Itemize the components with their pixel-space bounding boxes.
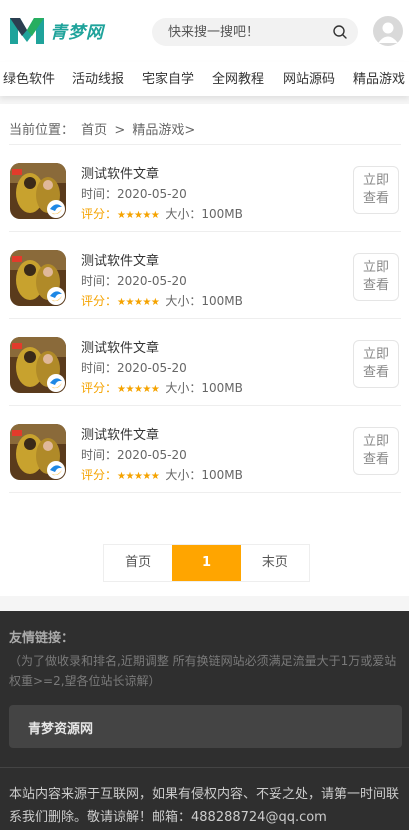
view-button[interactable]: 立即 查看 (353, 253, 399, 301)
friend-link-item[interactable]: 青梦资源网 (28, 718, 93, 737)
category-nav: 绿色软件 活动线报 宅家自学 全网教程 网站源码 精品游戏 (0, 62, 409, 96)
rating-stars: ★★★★★ (117, 384, 160, 395)
game-thumbnail[interactable] (10, 250, 66, 306)
logo-text: 青梦网 (50, 22, 104, 43)
list-item[interactable]: 测试软件文章 时间：2020-05-20 评分：★★★★★ 大小：100MB 立即… (9, 232, 401, 319)
breadcrumb-home[interactable]: 首页 (81, 123, 107, 138)
pagination: 首页 1 末页 (103, 544, 310, 582)
header: 青梦网 (0, 0, 409, 62)
game-thumbnail[interactable] (10, 163, 66, 219)
nav-item-tutorials[interactable]: 全网教程 (212, 68, 264, 87)
search-icon[interactable] (333, 25, 347, 39)
search-input[interactable] (168, 18, 328, 46)
logo-mark-icon (10, 18, 44, 44)
item-time: 时间：2020-05-20 (81, 361, 187, 375)
game-cover-icon (10, 337, 66, 393)
item-title[interactable]: 测试软件文章 (81, 337, 159, 356)
content-panel: 当前位置： 首页 > 精品游戏> 测试软件文章 时间：2020-05-20 评分… (0, 104, 409, 596)
view-button[interactable]: 立即 查看 (353, 340, 399, 388)
friend-links-title: 友情链接： (9, 631, 75, 646)
rating-label: 评分： (81, 381, 118, 395)
last-page-button[interactable]: 末页 (240, 545, 309, 581)
user-avatar[interactable] (373, 16, 403, 46)
nav-item-activity[interactable]: 活动线报 (72, 68, 124, 87)
item-time: 时间：2020-05-20 (81, 448, 187, 462)
item-meta: 评分：★★★★★ 大小：100MB (81, 205, 243, 222)
item-title[interactable]: 测试软件文章 (81, 163, 159, 182)
nav-item-self-study[interactable]: 宅家自学 (142, 68, 194, 87)
list-item[interactable]: 测试软件文章 时间：2020-05-20 评分：★★★★★ 大小：100MB 立即… (9, 145, 401, 232)
rating-label: 评分： (81, 207, 118, 221)
item-title[interactable]: 测试软件文章 (81, 424, 159, 443)
rating-label: 评分： (81, 468, 118, 482)
nav-item-games[interactable]: 精品游戏 (353, 68, 405, 87)
list-item[interactable]: 测试软件文章 时间：2020-05-20 评分：★★★★★ 大小：100MB 立即… (9, 406, 401, 493)
site-logo[interactable]: 青梦网 (8, 12, 113, 48)
item-title[interactable]: 测试软件文章 (81, 250, 159, 269)
game-thumbnail[interactable] (10, 424, 66, 480)
item-meta: 评分：★★★★★ 大小：100MB (81, 466, 243, 483)
game-cover-icon (10, 250, 66, 306)
breadcrumb-current[interactable]: 精品游戏> (132, 123, 195, 138)
item-size: 大小：100MB (165, 381, 243, 395)
first-page-button[interactable]: 首页 (104, 545, 173, 581)
footer: 友情链接： （为了做收录和排名,近期调整 所有换链网站必须满足流量大于1万或爱站… (0, 611, 409, 830)
item-size: 大小：100MB (165, 294, 243, 308)
item-meta: 评分：★★★★★ 大小：100MB (81, 379, 243, 396)
item-size: 大小：100MB (165, 207, 243, 221)
breadcrumb-separator: > (114, 123, 126, 138)
rating-stars: ★★★★★ (117, 471, 160, 482)
rating-label: 评分： (81, 294, 118, 308)
view-button[interactable]: 立即 查看 (353, 427, 399, 475)
game-cover-icon (10, 424, 66, 480)
nav-item-source-code[interactable]: 网站源码 (283, 68, 335, 87)
copyright-notice: 本站内容来源于互联网，如果有侵权内容、不妥之处，请第一时间联系我们删除。敬请谅解… (9, 787, 400, 825)
friend-links-note: （为了做收录和排名,近期调整 所有换链网站必须满足流量大于1万或爱站权重>=2,… (9, 654, 397, 688)
item-time: 时间：2020-05-20 (81, 274, 187, 288)
friend-links-box: 青梦资源网 (9, 705, 402, 748)
footer-divider (0, 767, 409, 768)
item-time: 时间：2020-05-20 (81, 187, 187, 201)
nav-item-green-software[interactable]: 绿色软件 (3, 68, 55, 87)
current-page-button[interactable]: 1 (172, 545, 241, 581)
breadcrumb-label: 当前位置： (9, 123, 75, 138)
rating-stars: ★★★★★ (117, 297, 160, 308)
list-item[interactable]: 测试软件文章 时间：2020-05-20 评分：★★★★★ 大小：100MB 立即… (9, 319, 401, 406)
item-meta: 评分：★★★★★ 大小：100MB (81, 292, 243, 309)
search-bar (152, 18, 358, 46)
breadcrumb: 当前位置： 首页 > 精品游戏> (9, 119, 198, 138)
rating-stars: ★★★★★ (117, 210, 160, 221)
view-button[interactable]: 立即 查看 (353, 166, 399, 214)
game-cover-icon (10, 163, 66, 219)
game-thumbnail[interactable] (10, 337, 66, 393)
user-icon (378, 22, 398, 43)
item-size: 大小：100MB (165, 468, 243, 482)
